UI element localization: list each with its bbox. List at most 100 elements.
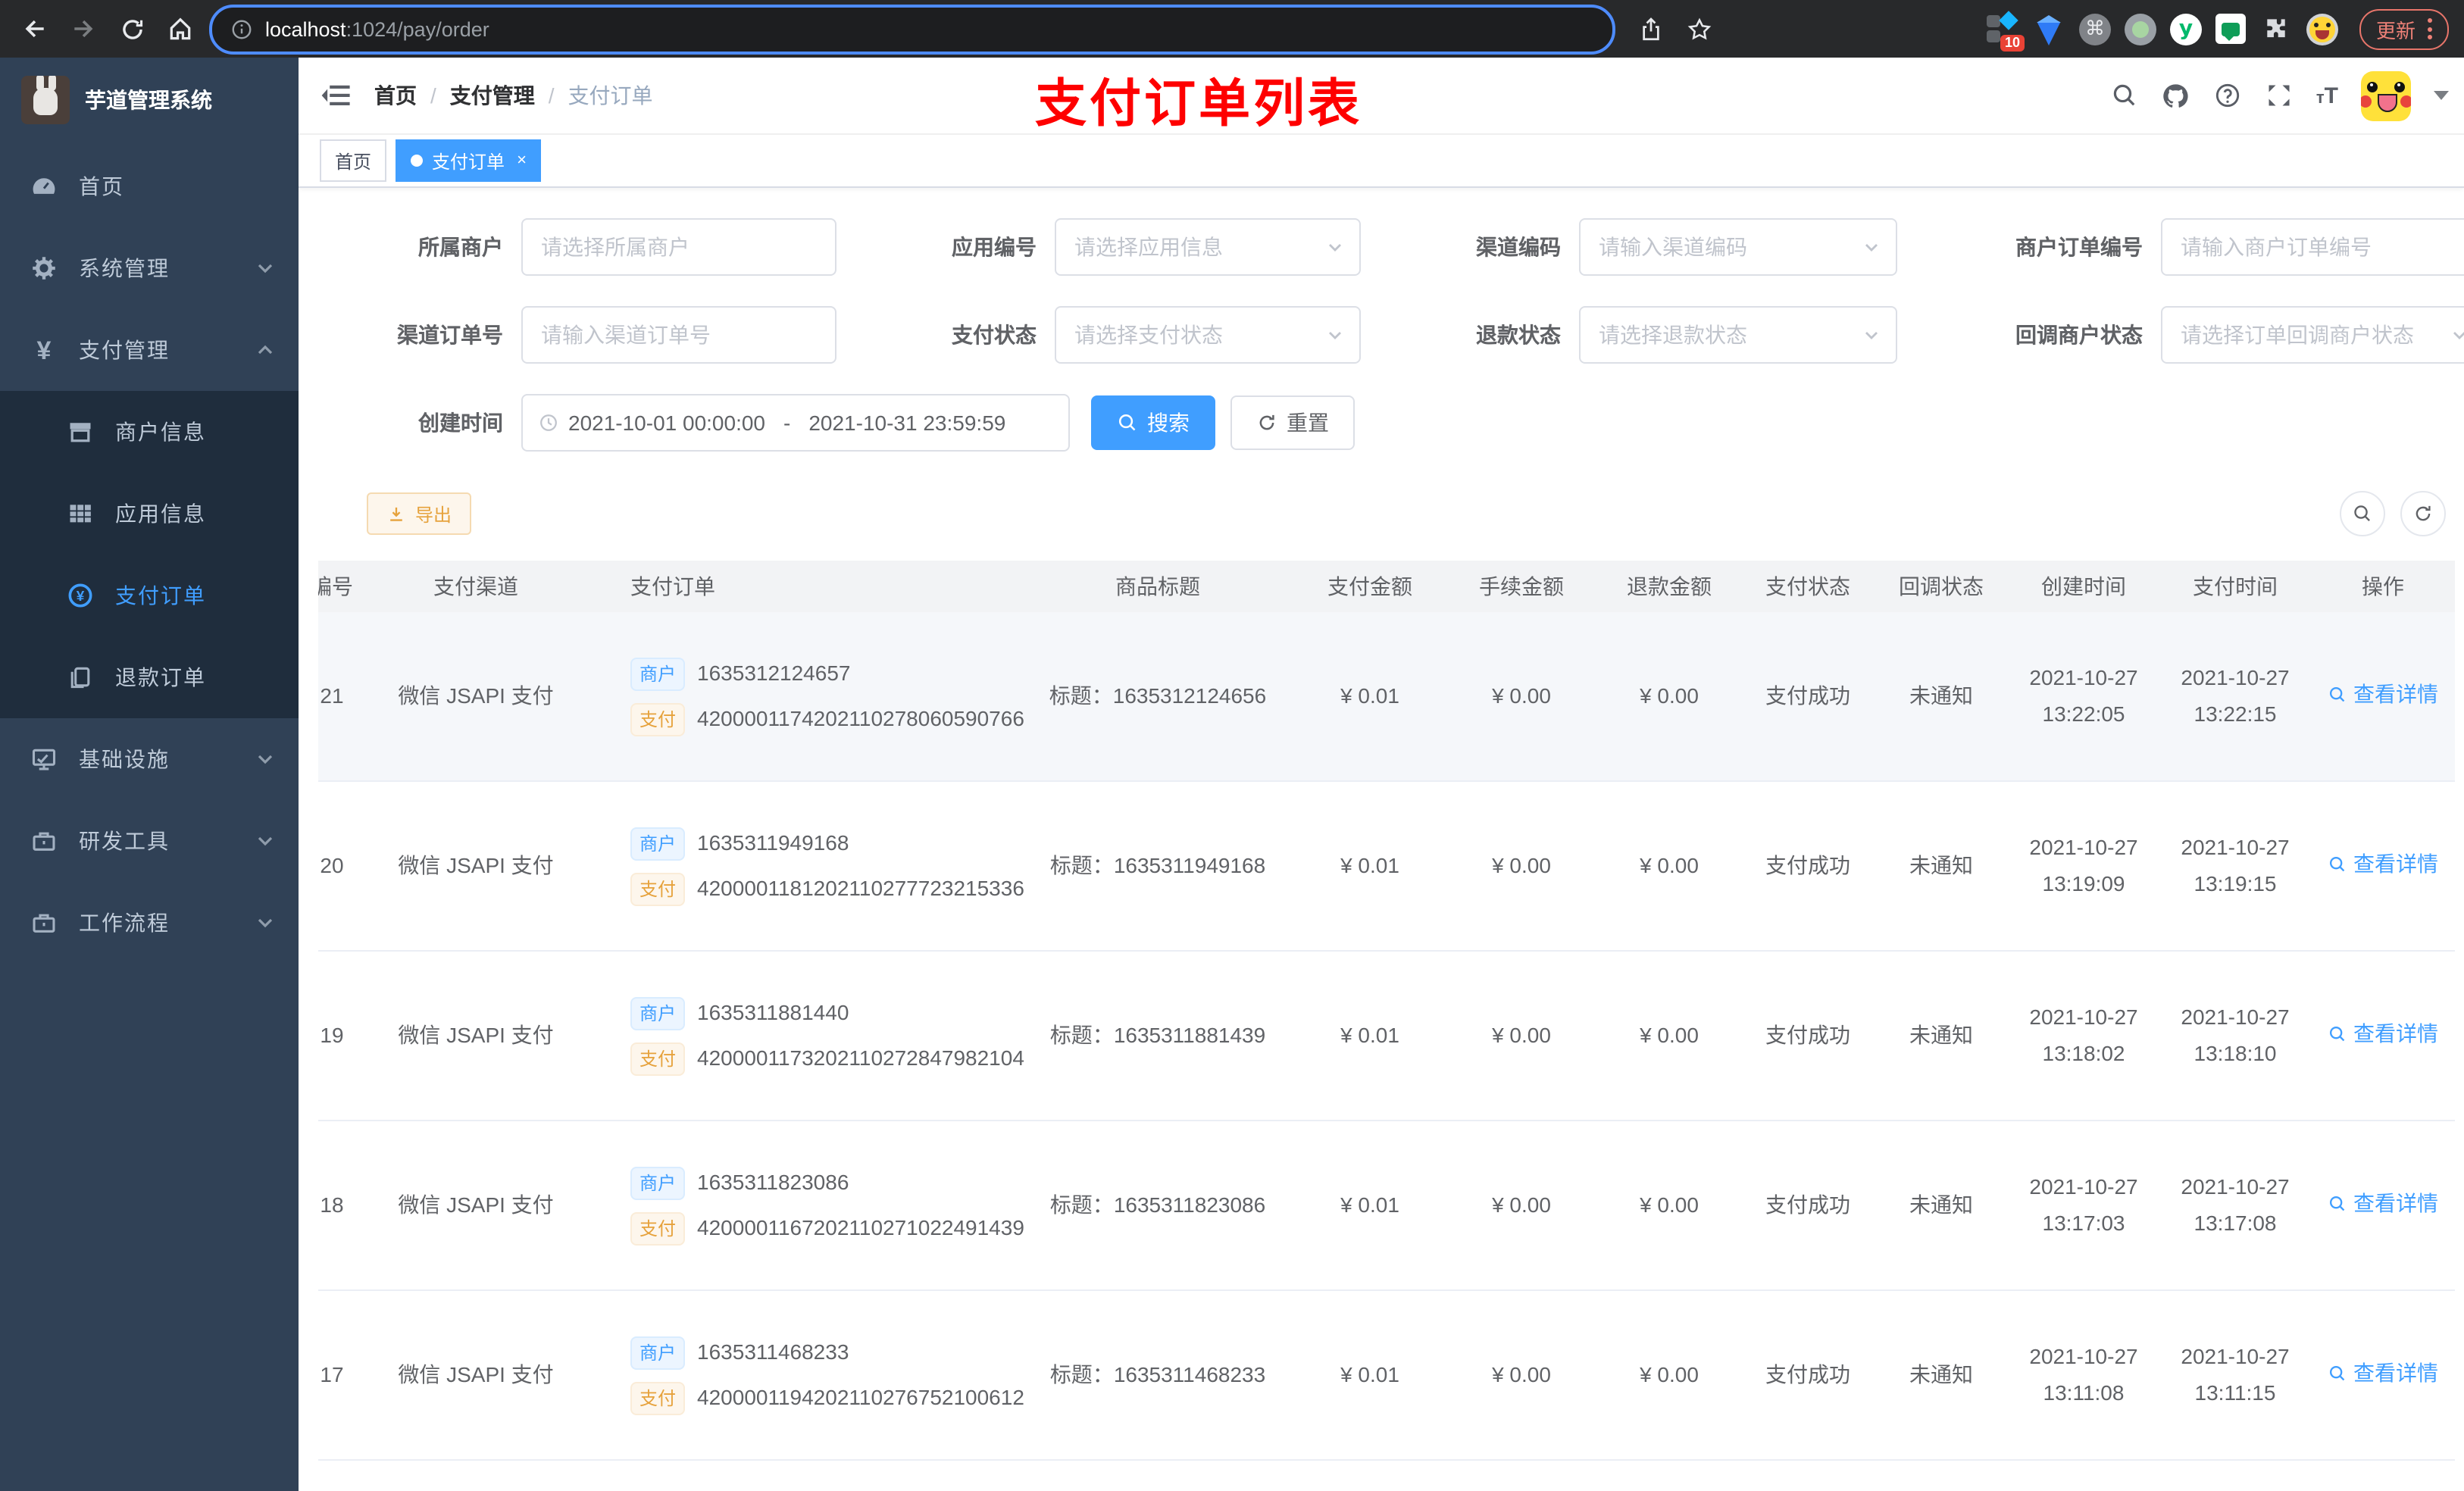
tag-pay-order[interactable]: 支付订单 ×	[396, 139, 542, 182]
channel-code-input[interactable]	[1596, 233, 1853, 261]
notify-status-input[interactable]	[2178, 321, 2441, 349]
refresh-button[interactable]	[2400, 491, 2446, 536]
notify-status-select[interactable]	[2161, 306, 2464, 364]
chevron-up-icon	[256, 341, 274, 359]
page-title-annotation: 支付订单列表	[1035, 76, 1362, 133]
sidebar-item-payment[interactable]: ¥ 支付管理	[0, 309, 299, 391]
channel-order-no-field[interactable]	[521, 306, 836, 364]
search-icon	[2329, 1365, 2345, 1381]
refund-status-input[interactable]	[1596, 321, 1853, 349]
table-toolbar: 导出	[299, 482, 2464, 536]
chat-extension-icon[interactable]	[2215, 14, 2246, 44]
user-avatar[interactable]	[2361, 70, 2411, 120]
table-row: 17 微信 JSAPI 支付 商户 1635311468233 支付 42000…	[318, 1291, 2455, 1461]
export-button[interactable]: 导出	[367, 492, 472, 535]
sidebar-item-system[interactable]: 系统管理	[0, 227, 299, 309]
tag-home[interactable]: 首页	[320, 139, 387, 182]
browser-home-icon[interactable]	[161, 9, 200, 48]
browser-back-icon[interactable]	[15, 9, 55, 48]
cell-amount: ¥ 0.01	[1340, 1192, 1399, 1217]
app-select[interactable]	[1055, 218, 1361, 276]
hamburger-icon[interactable]	[320, 79, 353, 112]
font-size-icon[interactable]: тT	[2316, 83, 2338, 108]
channel-code-select[interactable]	[1579, 218, 1897, 276]
cell-amount: ¥ 0.01	[1340, 1362, 1399, 1386]
sidebar-item-pay-order[interactable]: ¥ 支付订单	[0, 555, 299, 636]
sidebar-item-merchant-info[interactable]: 商户信息	[0, 391, 299, 473]
sidebar-item-infrastructure[interactable]: 基础设施	[0, 718, 299, 800]
recorder-extension-icon[interactable]	[2124, 13, 2156, 45]
emoji-profile-icon[interactable]	[2306, 13, 2338, 45]
filter-create-time: 创建时间 2021-10-01 00:00:00 - 2021-10-31 23…	[367, 394, 1070, 452]
pay-badge: 支付	[630, 1381, 686, 1414]
cell-refund: ¥ 0.00	[1640, 1192, 1699, 1217]
close-icon[interactable]: ×	[517, 152, 527, 170]
cell-notify-status: 未通知	[1909, 1192, 1973, 1217]
merchant-order-no-field[interactable]	[2161, 218, 2464, 276]
sidebar-item-home[interactable]: 首页	[0, 145, 299, 227]
app-logo: 芋道管理系统	[0, 58, 299, 142]
sidebar-item-app-info[interactable]: 应用信息	[0, 473, 299, 555]
cell-title: 标题：1635312124656	[1049, 683, 1267, 708]
reset-button[interactable]: 重置	[1230, 395, 1355, 450]
browser-menu-icon[interactable]	[2428, 18, 2432, 39]
breadcrumb-payment[interactable]: 支付管理	[450, 80, 535, 111]
workspace-extension-icon[interactable]: 10	[1985, 11, 2025, 52]
table-row: 商户 1635311354796 支付 标题： 查看详情	[318, 1461, 2455, 1491]
cell-id: 19	[320, 1023, 344, 1047]
view-detail-link[interactable]: 查看详情	[2328, 679, 2438, 711]
refund-status-select[interactable]	[1579, 306, 1897, 364]
browser-reload-icon[interactable]	[112, 9, 152, 48]
search-icon[interactable]	[2110, 81, 2139, 110]
toggle-search-button[interactable]	[2340, 491, 2385, 536]
pay-order-no: 4200001173202110272847982104	[697, 1046, 1024, 1070]
view-detail-link[interactable]: 查看详情	[2328, 1018, 2438, 1050]
search-button[interactable]: 搜索	[1091, 395, 1215, 450]
extensions-puzzle-icon[interactable]	[2259, 12, 2293, 45]
github-icon[interactable]	[2162, 81, 2190, 110]
bookmark-star-icon[interactable]	[1679, 9, 1718, 48]
search-icon	[2329, 686, 2345, 702]
browser-forward-icon[interactable]	[64, 9, 103, 48]
date-start[interactable]: 2021-10-01 00:00:00	[568, 411, 765, 435]
y-extension-icon[interactable]: y	[2169, 13, 2202, 45]
cell-action: 查看详情	[2311, 679, 2455, 714]
chevron-down-icon	[2450, 326, 2464, 344]
date-end[interactable]: 2021-10-31 23:59:59	[808, 411, 1005, 435]
view-detail-link[interactable]: 查看详情	[2328, 1188, 2438, 1220]
browser-update-button[interactable]: 更新	[2359, 8, 2449, 49]
pay-status-select[interactable]	[1055, 306, 1361, 364]
view-detail-link[interactable]: 查看详情	[2328, 1358, 2438, 1389]
view-detail-link[interactable]: 查看详情	[2328, 849, 2438, 880]
filter-form: 所属商户 应用编号	[299, 188, 2464, 452]
breadcrumb-home[interactable]: 首页	[374, 80, 417, 111]
pay-order-icon: ¥	[67, 582, 94, 609]
filter-refund-status: 退款状态	[1424, 306, 1897, 364]
share-icon[interactable]	[1631, 9, 1670, 48]
toolbox-icon	[30, 827, 58, 855]
merchant-select[interactable]	[521, 218, 836, 276]
app-input[interactable]	[1071, 233, 1317, 261]
sidebar-item-workflow[interactable]: 工作流程	[0, 882, 299, 964]
command-extension-icon[interactable]: ⌘	[2078, 13, 2111, 45]
merchant-badge: 商户	[630, 827, 686, 860]
avatar-caret-icon[interactable]	[2434, 91, 2449, 100]
cell-title: 标题：1635311468233	[1049, 1362, 1266, 1386]
merchant-order-no-input[interactable]	[2178, 233, 2464, 261]
sidebar-item-dev-tools[interactable]: 研发工具	[0, 800, 299, 882]
fullscreen-icon[interactable]	[2265, 81, 2294, 110]
pay-status-input[interactable]	[1071, 321, 1317, 349]
site-info-icon[interactable]	[230, 17, 253, 40]
gem-extension-icon[interactable]	[2032, 12, 2065, 45]
merchant-input[interactable]	[538, 233, 820, 261]
sidebar-item-refund-order[interactable]: 退款订单	[0, 636, 299, 718]
breadcrumb-current: 支付订单	[568, 83, 653, 108]
page-content: 所属商户 应用编号	[299, 188, 2464, 1491]
date-range-picker[interactable]: 2021-10-01 00:00:00 - 2021-10-31 23:59:5…	[521, 394, 1070, 452]
channel-order-no-input[interactable]	[538, 321, 820, 349]
address-bar[interactable]: localhost:1024/pay/order	[209, 4, 1615, 54]
logo-rabbit-image	[21, 76, 70, 124]
help-icon[interactable]	[2213, 81, 2242, 110]
cell-fee: ¥ 0.00	[1492, 1192, 1551, 1217]
cell-pay-time: 2021-10-27 13:17:08	[2181, 1174, 2290, 1234]
